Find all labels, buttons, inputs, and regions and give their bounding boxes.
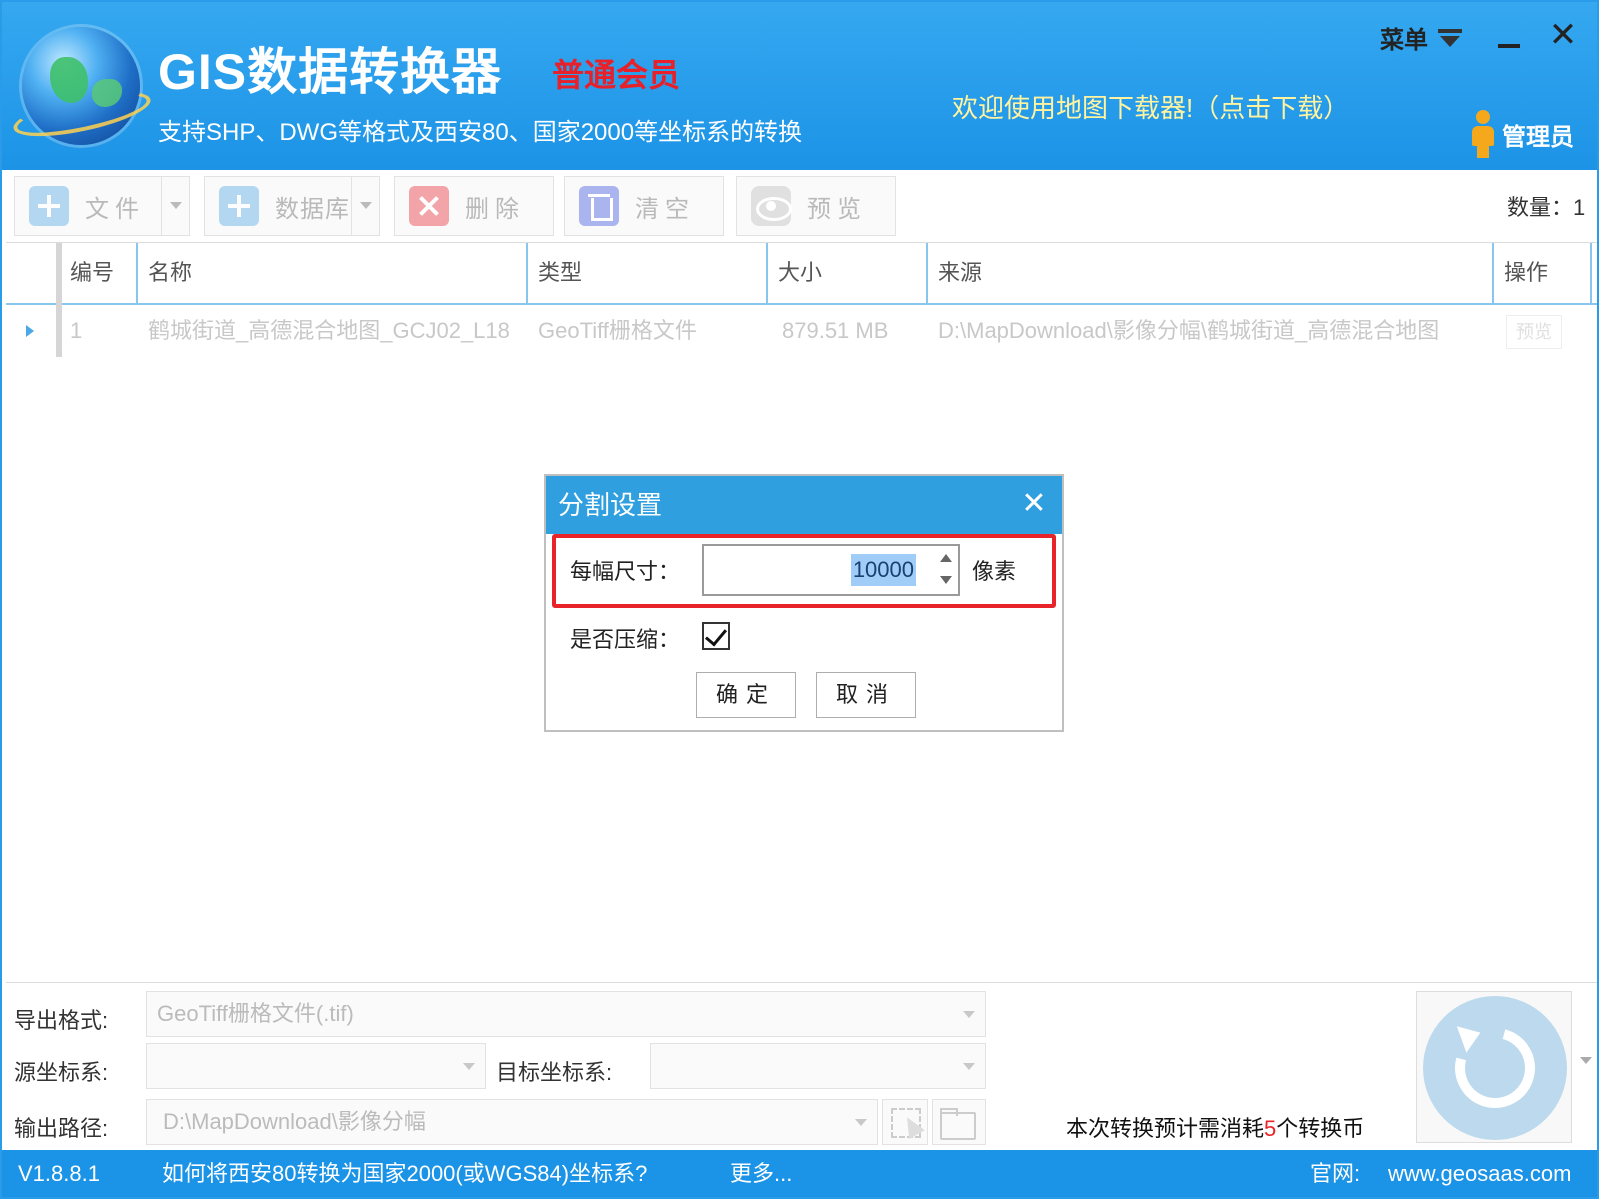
column-header-type[interactable]: 类型	[526, 243, 766, 303]
cell-type: GeoTiff栅格文件	[538, 318, 697, 343]
help-link[interactable]: 如何将西安80转换为国家2000(或WGS84)坐标系?	[162, 1150, 647, 1197]
export-format-select[interactable]: GeoTiff栅格文件(.tif)	[146, 991, 986, 1037]
current-row-marker-icon	[26, 325, 34, 337]
column-header-source[interactable]: 来源	[926, 243, 1492, 303]
column-header-size[interactable]: 大小	[766, 243, 926, 303]
cost-amount: 5	[1264, 1116, 1277, 1141]
output-path-label: 输出路径:	[14, 1116, 109, 1141]
ok-button[interactable]: 确定	[696, 672, 796, 718]
chevron-down-icon	[963, 1063, 975, 1070]
refresh-convert-icon	[1423, 996, 1567, 1140]
dialog-title: 分割设置	[546, 476, 1062, 534]
cost-prefix: 本次转换预计需消耗	[1066, 1116, 1265, 1141]
menu-label: 菜单	[1380, 27, 1428, 54]
menu-button[interactable]: 菜单	[1380, 20, 1462, 55]
delete-label: 删除	[465, 195, 525, 223]
user-icon	[1470, 110, 1496, 158]
add-file-dropdown-icon[interactable]	[161, 177, 189, 235]
chevron-down-icon	[963, 1011, 975, 1018]
conversion-cost-text: 本次转换预计需消耗5个转换币	[1066, 1111, 1364, 1143]
add-file-label: 文件	[85, 195, 145, 223]
cell-id: 1	[70, 318, 83, 343]
toolbar: 文件 数据库 删除 清空 预览 数量：1	[2, 170, 1597, 242]
output-path-select[interactable]: D:\MapDownload\影像分幅	[146, 1099, 878, 1145]
close-button[interactable]: ✕	[1548, 18, 1578, 52]
pixel-unit-label: 像素	[972, 559, 1017, 584]
download-map-downloader-link[interactable]: 欢迎使用地图下载器!（点击下载）	[952, 88, 1349, 125]
convert-options-dropdown-icon[interactable]	[1580, 1057, 1592, 1064]
status-bar: V1.8.8.1 如何将西安80转换为国家2000(或WGS84)坐标系? 更多…	[2, 1150, 1597, 1197]
table-header: 编号 名称 类型 大小 来源 操作	[6, 243, 1597, 305]
add-database-label: 数据库	[275, 195, 350, 223]
member-level-badge[interactable]: 普通会员	[552, 50, 680, 96]
column-header-name[interactable]: 名称	[136, 243, 526, 303]
row-preview-button[interactable]: 预览	[1506, 315, 1562, 349]
website-link[interactable]: www.geosaas.com	[1388, 1150, 1571, 1197]
admin-user-button[interactable]: 管理员	[1470, 110, 1574, 158]
minimize-button[interactable]	[1496, 26, 1522, 52]
tile-size-spinbox[interactable]: 10000	[702, 544, 960, 596]
app-title: GIS数据转换器	[158, 44, 503, 100]
delete-icon	[409, 186, 449, 226]
split-settings-dialog: 分割设置 ✕ 每幅尺寸： 10000 像素 是否压缩： 确定 取消	[544, 474, 1064, 732]
clear-label: 清空	[635, 195, 695, 223]
cell-name: 鹤城街道_高德混合地图_GCJ02_L18	[148, 318, 510, 343]
export-format-value: GeoTiff栅格文件(.tif)	[157, 1001, 354, 1026]
file-count: 数量：1	[1507, 195, 1586, 220]
chevron-down-icon	[855, 1119, 867, 1126]
more-link[interactable]: 更多...	[730, 1150, 792, 1197]
version-label: V1.8.8.1	[18, 1161, 100, 1186]
delete-button[interactable]: 删除	[394, 176, 554, 236]
eye-icon	[751, 186, 792, 226]
cell-source: D:\MapDownload\影像分幅\鹤城街道_高德混合地图	[938, 318, 1440, 343]
add-file-button[interactable]: 文件	[14, 176, 190, 236]
app-subtitle: 支持SHP、DWG等格式及西安80、国家2000等坐标系的转换	[158, 119, 803, 146]
column-header-id[interactable]: 编号	[58, 243, 136, 303]
target-crs-select[interactable]	[650, 1043, 986, 1089]
dialog-close-button[interactable]: ✕	[1018, 488, 1050, 520]
start-convert-button[interactable]	[1416, 991, 1572, 1143]
column-header-action[interactable]: 操作	[1492, 243, 1592, 303]
globe-logo-icon	[9, 27, 155, 146]
website-label: 官网:	[1310, 1161, 1361, 1186]
export-format-label: 导出格式:	[14, 1008, 109, 1033]
cancel-button[interactable]: 取消	[816, 672, 916, 718]
chevron-down-icon	[463, 1063, 475, 1070]
add-database-button[interactable]: 数据库	[204, 176, 380, 236]
plus-icon	[219, 186, 259, 226]
admin-label: 管理员	[1502, 123, 1574, 151]
tile-size-value[interactable]: 10000	[850, 554, 916, 586]
preview-button[interactable]: 预览	[736, 176, 896, 236]
increment-arrow-icon[interactable]	[940, 554, 952, 562]
compress-label: 是否压缩：	[570, 627, 681, 652]
table-row[interactable]: 1 鹤城街道_高德混合地图_GCJ02_L18 GeoTiff栅格文件 879.…	[6, 305, 1597, 357]
app-window: GIS数据转换器 普通会员 支持SHP、DWG等格式及西安80、国家2000等坐…	[0, 0, 1599, 1199]
trash-icon	[579, 186, 619, 226]
preview-label: 预览	[807, 195, 867, 223]
clear-button[interactable]: 清空	[564, 176, 724, 236]
compress-checkbox[interactable]	[702, 622, 730, 650]
target-crs-label: 目标坐标系:	[496, 1060, 613, 1085]
source-crs-label: 源坐标系:	[14, 1060, 109, 1085]
add-database-dropdown-icon[interactable]	[351, 177, 379, 235]
header-bar: GIS数据转换器 普通会员 支持SHP、DWG等格式及西安80、国家2000等坐…	[2, 2, 1597, 170]
pick-path-button[interactable]	[882, 1099, 928, 1145]
conversion-settings-panel: 导出格式: GeoTiff栅格文件(.tif) 源坐标系: 目标坐标系: 输出路…	[6, 982, 1597, 1150]
cell-size: 879.51 MB	[782, 318, 889, 343]
tile-size-label: 每幅尺寸：	[570, 559, 681, 584]
decrement-arrow-icon[interactable]	[940, 576, 952, 584]
folder-icon[interactable]	[932, 1099, 986, 1145]
menu-dropdown-icon	[1438, 28, 1462, 48]
output-path-value: D:\MapDownload\影像分幅	[163, 1109, 426, 1134]
cost-suffix: 个转换币	[1276, 1116, 1365, 1141]
source-crs-select[interactable]	[146, 1043, 486, 1089]
plus-icon	[29, 186, 69, 226]
